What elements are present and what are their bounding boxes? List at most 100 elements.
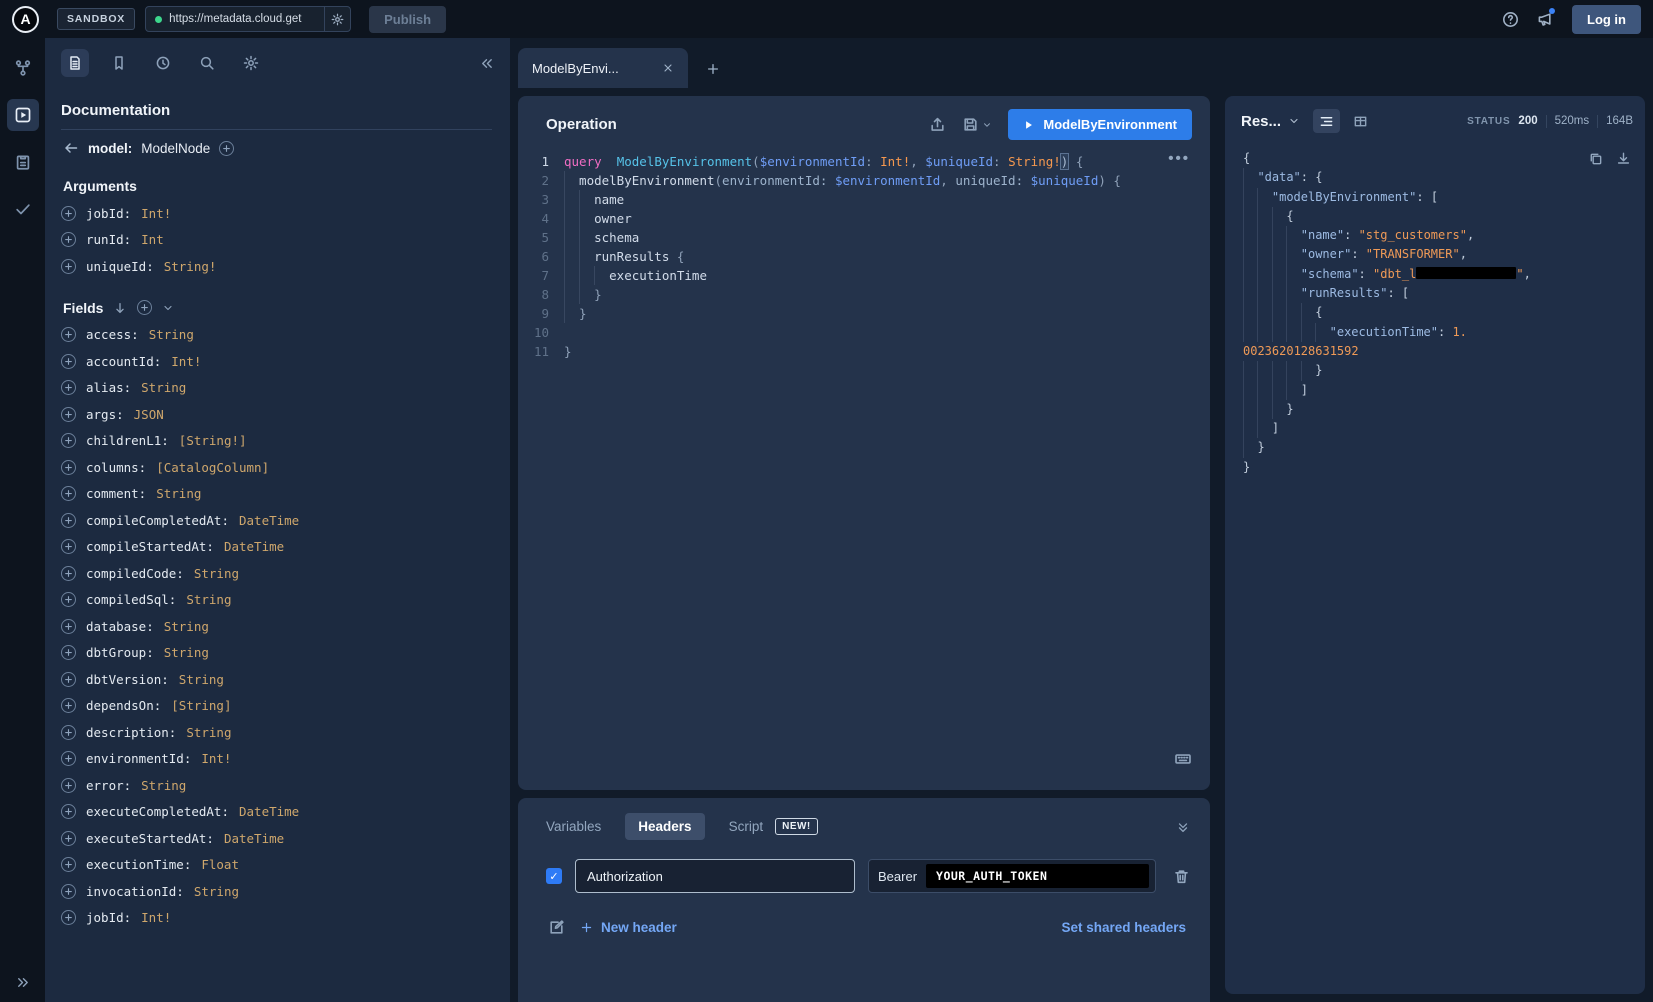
field-type[interactable]: [String!] (179, 433, 247, 448)
field-type[interactable]: [CatalogColumn] (156, 460, 269, 475)
field-row[interactable]: description:String (61, 719, 492, 746)
add-to-operation-icon[interactable] (61, 804, 76, 819)
tab-headers[interactable]: Headers (625, 813, 704, 840)
tab-script[interactable]: Script (729, 819, 764, 834)
argument-row[interactable]: runId:Int (61, 227, 492, 254)
expand-rail-icon[interactable] (0, 975, 45, 990)
add-to-operation-icon[interactable] (61, 778, 76, 793)
header-enabled-checkbox[interactable]: ✓ (546, 868, 562, 884)
field-type[interactable]: Int (141, 232, 164, 247)
publish-button[interactable]: Publish (369, 6, 446, 33)
table-view-icon[interactable] (1347, 109, 1374, 133)
add-to-operation-icon[interactable] (61, 566, 76, 581)
add-to-operation-icon[interactable] (61, 380, 76, 395)
field-row[interactable]: executionTime:Float (61, 852, 492, 879)
environment-variables-icon[interactable] (548, 919, 565, 936)
editor-line[interactable]: 7executionTime (518, 266, 1210, 285)
editor-overflow-menu-icon[interactable]: ••• (1168, 150, 1190, 167)
add-to-operation-icon[interactable] (61, 857, 76, 872)
field-type[interactable]: String (186, 592, 231, 607)
add-to-operation-icon[interactable] (61, 407, 76, 422)
run-operation-button[interactable]: ModelByEnvironment (1008, 109, 1192, 140)
field-type[interactable]: String (164, 619, 209, 634)
add-to-operation-icon[interactable] (61, 513, 76, 528)
add-all-fields-icon[interactable] (137, 300, 152, 315)
response-title[interactable]: Res... (1241, 113, 1281, 130)
fields-options-chevron-icon[interactable] (162, 302, 174, 314)
search-icon[interactable] (193, 49, 221, 77)
operation-tab-title[interactable]: ModelByEnvi... (532, 61, 652, 76)
save-operation-icon[interactable] (962, 116, 992, 133)
new-header-button[interactable]: New header (580, 920, 677, 935)
add-to-operation-icon[interactable] (61, 259, 76, 274)
formatted-view-icon[interactable] (1313, 109, 1340, 133)
add-to-operation-icon[interactable] (61, 725, 76, 740)
field-type[interactable]: DateTime (224, 539, 284, 554)
field-type[interactable]: DateTime (239, 513, 299, 528)
field-row[interactable]: accountId:Int! (61, 348, 492, 375)
delete-header-icon[interactable] (1173, 868, 1190, 885)
header-key-input[interactable]: Authorization (575, 859, 855, 893)
field-row[interactable]: dependsOn:[String] (61, 693, 492, 720)
add-to-operation-icon[interactable] (61, 232, 76, 247)
collapse-docs-icon[interactable] (479, 56, 494, 71)
field-row[interactable]: compileStartedAt:DateTime (61, 534, 492, 561)
field-type[interactable]: DateTime (239, 804, 299, 819)
editor-line[interactable]: 10 (518, 323, 1210, 342)
field-type[interactable]: String (194, 884, 239, 899)
add-to-operation-icon[interactable] (61, 619, 76, 634)
field-row[interactable]: compiledCode:String (61, 560, 492, 587)
explorer-nav-icon[interactable] (7, 99, 39, 131)
add-to-operation-icon[interactable] (61, 206, 76, 221)
add-to-operation-icon[interactable] (61, 884, 76, 899)
breadcrumb-type[interactable]: ModelNode (141, 141, 210, 156)
announcements-icon[interactable] (1532, 7, 1556, 31)
field-type[interactable]: String (141, 380, 186, 395)
editor-line[interactable]: 11} (518, 342, 1210, 361)
set-shared-headers-link[interactable]: Set shared headers (1061, 920, 1186, 935)
field-row[interactable]: columns:[CatalogColumn] (61, 454, 492, 481)
field-row[interactable]: dbtVersion:String (61, 666, 492, 693)
add-to-operation-icon[interactable] (61, 486, 76, 501)
add-to-operation-icon[interactable] (61, 698, 76, 713)
argument-row[interactable]: jobId:Int! (61, 200, 492, 227)
add-to-operation-icon[interactable] (61, 592, 76, 607)
header-value-input[interactable]: Bearer YOUR_AUTH_TOKEN (868, 859, 1156, 893)
add-to-operation-icon[interactable] (61, 751, 76, 766)
editor-line[interactable]: 3name (518, 190, 1210, 209)
keyboard-shortcuts-icon[interactable] (1174, 750, 1192, 768)
field-row[interactable]: args:JSON (61, 401, 492, 428)
add-to-operation-icon[interactable] (61, 831, 76, 846)
field-row[interactable]: invocationId:String (61, 878, 492, 905)
field-row[interactable]: compiledSql:String (61, 587, 492, 614)
field-type[interactable]: Int! (141, 910, 171, 925)
field-type[interactable]: String! (164, 259, 217, 274)
apollo-logo[interactable]: A (12, 6, 39, 33)
editor-line[interactable]: 2modelByEnvironment(environmentId: $envi… (518, 171, 1210, 190)
argument-row[interactable]: uniqueId:String! (61, 253, 492, 280)
field-row[interactable]: compileCompletedAt:DateTime (61, 507, 492, 534)
tab-variables[interactable]: Variables (546, 819, 601, 834)
field-row[interactable]: executeCompletedAt:DateTime (61, 799, 492, 826)
field-type[interactable]: Int! (171, 354, 201, 369)
add-to-operation-icon[interactable] (61, 539, 76, 554)
add-to-operation-icon[interactable] (61, 433, 76, 448)
operation-tab[interactable]: ModelByEnvi... (518, 48, 688, 88)
close-tab-icon[interactable] (662, 62, 674, 74)
share-operation-icon[interactable] (929, 116, 946, 133)
editor-line[interactable]: 1query ModelByEnvironment($environmentId… (518, 152, 1210, 171)
add-to-operation-icon[interactable] (61, 354, 76, 369)
field-type[interactable]: JSON (134, 407, 164, 422)
saved-operations-icon[interactable] (105, 49, 133, 77)
field-row[interactable]: error:String (61, 772, 492, 799)
download-response-icon[interactable] (1616, 151, 1631, 166)
add-to-operation-icon[interactable] (61, 460, 76, 475)
field-row[interactable]: alias:String (61, 375, 492, 402)
field-type[interactable]: String (194, 566, 239, 581)
back-arrow-icon[interactable] (63, 140, 79, 156)
schema-nav-icon[interactable] (7, 52, 39, 84)
add-to-operation-icon[interactable] (61, 910, 76, 925)
sort-fields-icon[interactable] (113, 301, 127, 315)
field-type[interactable]: DateTime (224, 831, 284, 846)
field-type[interactable]: [String] (171, 698, 231, 713)
